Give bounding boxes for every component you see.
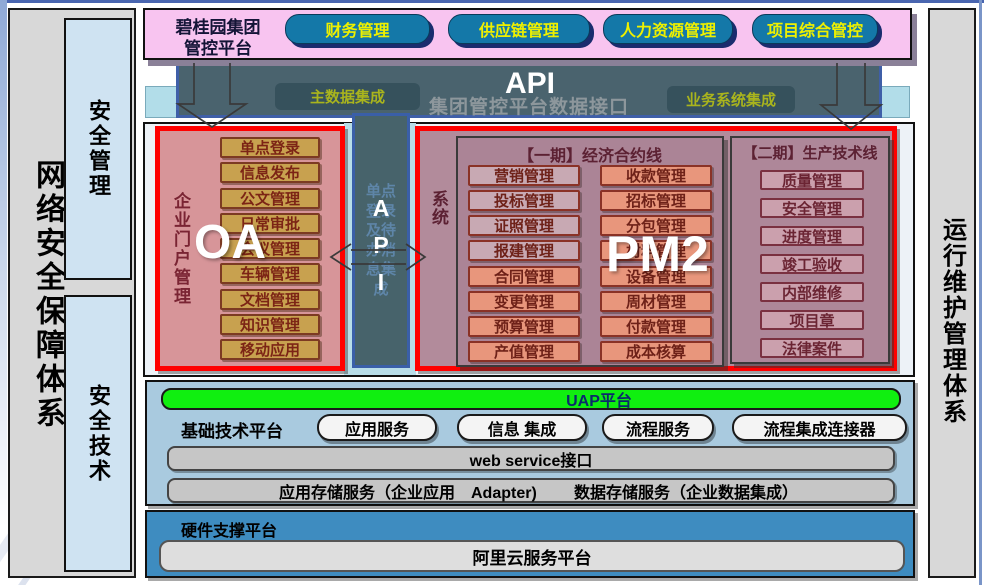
oa-module-item[interactable]: 知识管理 [220,314,320,335]
pm2-module-item[interactable]: 变更管理 [468,291,580,312]
uap-platform-box: UAP平台 基础技术平台 应用服务 信息 集成 流程服务 流程集成连接器 web… [145,380,915,506]
security-management-box: 安全管理 [64,18,132,280]
storage-services-bar: 应用存储服务（企业应用 Adapter) 数据存储服务（企业数据集成） [167,478,895,503]
sso-message-integration-strip: 单点登录及待办消息集成 A P I [352,113,410,368]
phase2-module-item[interactable]: 法律案件 [760,338,864,358]
finance-management-button[interactable]: 财务管理 [285,14,430,44]
pm2-module-item[interactable]: 投标管理 [468,190,580,211]
phase2-module-item[interactable]: 竣工验收 [760,254,864,274]
project-control-button[interactable]: 项目综合管控 [752,14,878,44]
process-service-button[interactable]: 流程服务 [602,414,714,441]
hardware-support-platform-label: 硬件支撑平台 [181,517,277,541]
phase2-module-item[interactable]: 安全管理 [760,198,864,218]
pm2-module-item[interactable]: 产值管理 [468,341,580,362]
api-vertical-overlay-label: A P I [355,190,407,301]
phase2-module-item[interactable]: 项目章 [760,310,864,330]
phase1-column-1: 营销管理投标管理证照管理报建管理合同管理变更管理预算管理产值管理 [468,165,580,362]
pm2-module-item[interactable]: 报建管理 [468,240,580,261]
oa-overlay-label: OA [194,215,266,270]
architecture-diagram: 网络安全保障体系 安全管理 安全技术 运行维护管理体系 集团管控平台数据接口 主… [0,0,984,585]
slide-left-border [0,0,7,585]
pm2-module-item[interactable]: 成本核算 [600,341,712,362]
pm2-module-item[interactable]: 收款管理 [600,165,712,186]
business-system-integration-pill[interactable]: 业务系统集成 [667,86,795,113]
uap-platform-bar: UAP平台 [161,388,901,410]
process-integration-connector-button[interactable]: 流程集成连接器 [732,414,907,441]
api-overlay-label: API [505,67,555,101]
data-storage-label: 数据存储服务（企业数据集成） [574,479,798,503]
pm2-module-item[interactable]: 付款管理 [600,316,712,337]
phase2-production-tech-panel: 【二期】生产技术线 质量管理安全管理进度管理竣工验收内部维修项目章法律案件 [730,136,890,364]
human-resources-management-button[interactable]: 人力资源管理 [603,14,733,44]
operations-maintenance-pillar: 运行维护管理体系 [928,8,976,578]
security-technology-box: 安全技术 [64,295,132,572]
oa-module-item[interactable]: 文档管理 [220,289,320,310]
master-data-integration-pill[interactable]: 主数据集成 [275,83,420,110]
pm2-module-item[interactable]: 周材管理 [600,291,712,312]
application-storage-label: 应用存储服务（企业应用 Adapter) [279,479,537,503]
information-integration-button[interactable]: 信息 集成 [457,414,587,441]
pm2-module-item[interactable]: 预算管理 [468,316,580,337]
oa-module-item[interactable]: 移动应用 [220,339,320,360]
api-data-interface-band: 集团管控平台数据接口 主数据集成 业务系统集成 API [176,62,882,118]
pm2-overlay-label: PM2 [606,225,709,283]
oa-portal-box: 企业门户管理 单点登录信息发布公文管理日常审批会议管理车辆管理文档管理知识管理移… [155,126,345,371]
hardware-support-box: 硬件支撑平台 阿里云服务平台 [145,510,915,578]
pm2-construction-box: 建筑项目管理系统 【一期】经济合约线 营销管理投标管理证照管理报建管理合同管理变… [415,126,897,371]
web-service-interface-bar: web service接口 [167,446,895,471]
pm2-module-item[interactable]: 营销管理 [468,165,580,186]
oa-module-item[interactable]: 公文管理 [220,188,320,209]
slide-right-border [979,0,982,585]
oa-module-item[interactable]: 单点登录 [220,137,320,158]
phase2-module-list: 质量管理安全管理进度管理竣工验收内部维修项目章法律案件 [760,170,864,358]
network-security-pillar: 网络安全保障体系 安全管理 安全技术 [8,8,136,578]
platform-title: 碧桂园集团 管控平台 [153,17,283,60]
aliyun-service-platform-bar: 阿里云服务平台 [159,540,905,572]
operations-maintenance-title: 运行维护管理体系 [935,217,970,425]
application-service-button[interactable]: 应用服务 [317,414,437,441]
enterprise-portal-label: 企业门户管理 [168,192,193,306]
phase1-title: 【一期】经济合约线 [458,142,722,166]
phase2-title: 【二期】生产技术线 [732,142,888,163]
pm2-module-item[interactable]: 招标管理 [600,190,712,211]
phase2-module-item[interactable]: 质量管理 [760,170,864,190]
pm2-module-item[interactable]: 证照管理 [468,215,580,236]
slide-top-border [0,0,984,3]
base-technology-platform-label: 基础技术平台 [181,417,283,442]
phase2-module-item[interactable]: 内部维修 [760,282,864,302]
pm2-module-item[interactable]: 合同管理 [468,266,580,287]
oa-module-item[interactable]: 信息发布 [220,162,320,183]
supply-chain-management-button[interactable]: 供应链管理 [448,14,590,44]
phase2-module-item[interactable]: 进度管理 [760,226,864,246]
